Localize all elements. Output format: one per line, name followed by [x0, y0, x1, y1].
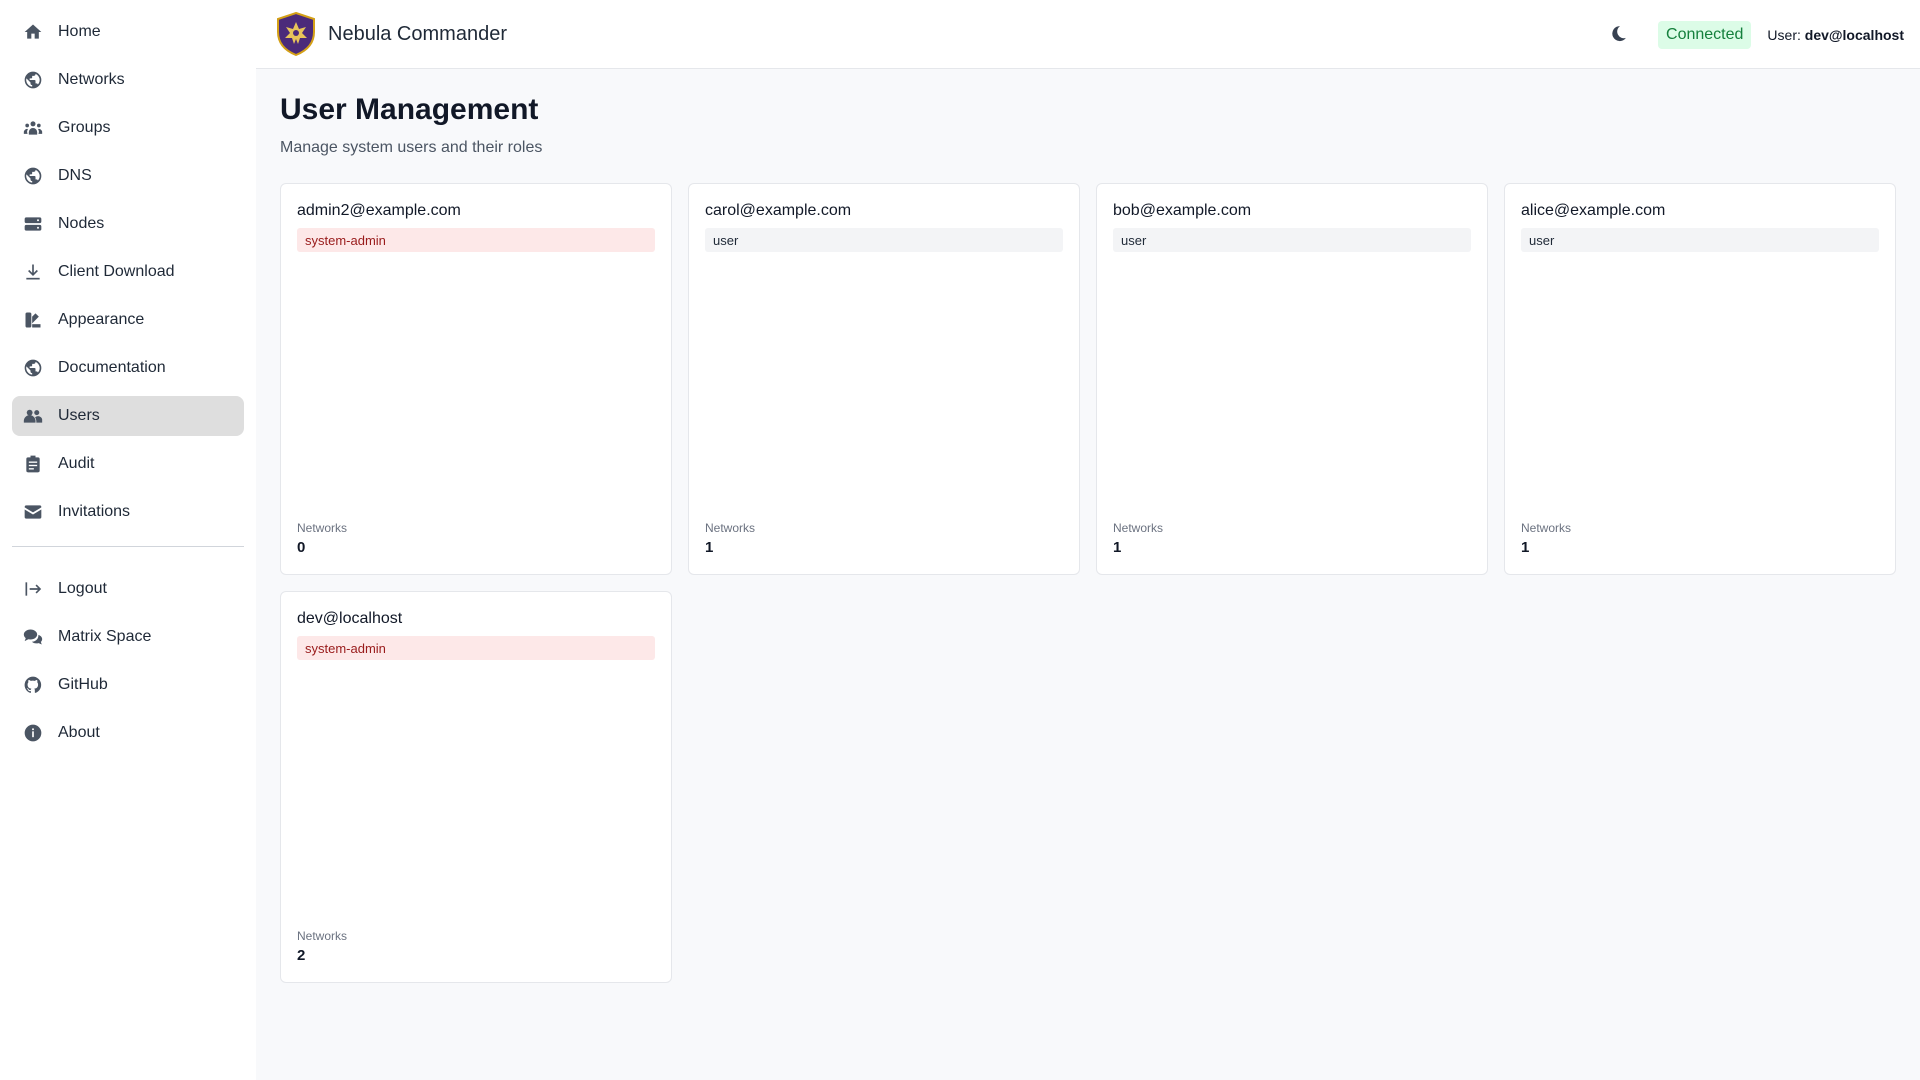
globe-icon: [22, 69, 44, 91]
sidebar-item-label: Networks: [58, 71, 125, 88]
sidebar-item-label: About: [58, 724, 100, 741]
logout-icon: [22, 578, 44, 600]
groups-icon: [22, 117, 44, 139]
networks-label: Networks: [297, 521, 348, 535]
sidebar-item-audit[interactable]: Audit: [12, 444, 244, 484]
sidebar-item-label: Audit: [58, 455, 95, 472]
page-subtitle: Manage system users and their roles: [280, 139, 543, 156]
sidebar-item-label: Users: [58, 407, 100, 424]
sidebar-item-label: Nodes: [58, 215, 105, 232]
sidebar-item-label: Documentation: [58, 359, 166, 376]
connection-status-badge: Connected: [1658, 20, 1752, 49]
sidebar-item-label: Groups: [58, 119, 111, 136]
sidebar-item-label: GitHub: [58, 676, 108, 693]
sidebar-item-label: Appearance: [58, 311, 145, 328]
download-icon: [22, 261, 44, 283]
sidebar-item-client-download[interactable]: Client Download: [12, 252, 244, 292]
sidebar-item-groups[interactable]: Groups: [12, 108, 244, 148]
user-email: admin2@example.com: [297, 202, 461, 219]
role-badge: user: [1521, 228, 1879, 252]
sidebar-item-about[interactable]: About: [12, 713, 244, 753]
info-icon: [22, 722, 44, 744]
networks-label: Networks: [1113, 521, 1164, 535]
sidebar: Home Networks Groups DNS Nodes Client Do…: [0, 0, 256, 1080]
sidebar-divider: [12, 546, 244, 547]
server-icon: [22, 213, 44, 235]
sidebar-item-label: Invitations: [58, 503, 131, 520]
networks-count: 1: [1113, 539, 1122, 556]
card-footer: Networks 1: [1521, 521, 1571, 556]
sidebar-item-home[interactable]: Home: [12, 12, 244, 52]
networks-count: 2: [297, 947, 306, 964]
user-prefix: User:: [1767, 26, 1801, 43]
current-user-label: User: dev@localhost: [1767, 27, 1904, 43]
users-icon: [22, 405, 44, 427]
networks-count: 1: [1521, 539, 1530, 556]
sidebar-item-documentation[interactable]: Documentation: [12, 348, 244, 388]
sidebar-item-appearance[interactable]: Appearance: [12, 300, 244, 340]
github-icon: [22, 674, 44, 696]
moon-icon[interactable]: [1608, 24, 1630, 46]
user-card[interactable]: carol@example.com user Networks 1: [688, 183, 1080, 575]
sidebar-item-label: Logout: [58, 580, 107, 597]
user-card[interactable]: dev@localhost system-admin Networks 2: [280, 591, 672, 983]
user-card-grid: admin2@example.com system-admin Networks…: [280, 183, 1896, 983]
main-content: User Management Manage system users and …: [280, 69, 1896, 983]
sidebar-item-nodes[interactable]: Nodes: [12, 204, 244, 244]
role-badge: user: [705, 228, 1063, 252]
user-email: carol@example.com: [705, 202, 852, 219]
app-title: Nebula Commander: [328, 22, 507, 45]
sidebar-item-github[interactable]: GitHub: [12, 665, 244, 705]
sidebar-primary-nav: Home Networks Groups DNS Nodes Client Do…: [12, 12, 244, 532]
role-badge: system-admin: [297, 636, 655, 660]
sidebar-item-label: Matrix Space: [58, 628, 152, 645]
role-badge: user: [1113, 228, 1471, 252]
shield-logo-icon: [276, 11, 316, 57]
page-title: User Management: [280, 93, 539, 126]
sidebar-item-label: DNS: [58, 167, 92, 184]
sidebar-item-label: Client Download: [58, 263, 175, 280]
role-badge: system-admin: [297, 228, 655, 252]
user-name: dev@localhost: [1804, 26, 1904, 43]
user-card[interactable]: bob@example.com user Networks 1: [1096, 183, 1488, 575]
envelope-icon: [22, 501, 44, 523]
user-email: alice@example.com: [1521, 202, 1666, 219]
card-footer: Networks 0: [297, 521, 347, 556]
networks-count: 1: [705, 539, 714, 556]
sidebar-item-networks[interactable]: Networks: [12, 60, 244, 100]
top-header: Nebula Commander Connected User: dev@loc…: [256, 0, 1920, 69]
sidebar-item-label: Home: [58, 23, 101, 40]
sidebar-item-dns[interactable]: DNS: [12, 156, 244, 196]
globe-icon: [22, 357, 44, 379]
chat-icon: [22, 626, 44, 648]
networks-count: 0: [297, 539, 306, 556]
user-email: dev@localhost: [297, 610, 403, 627]
networks-label: Networks: [297, 929, 348, 943]
user-email: bob@example.com: [1113, 202, 1252, 219]
clipboard-icon: [22, 453, 44, 475]
card-footer: Networks 1: [705, 521, 755, 556]
networks-label: Networks: [705, 521, 756, 535]
sidebar-item-invitations[interactable]: Invitations: [12, 492, 244, 532]
sidebar-item-logout[interactable]: Logout: [12, 569, 244, 609]
networks-label: Networks: [1521, 521, 1572, 535]
card-footer: Networks 1: [1113, 521, 1163, 556]
palette-icon: [22, 309, 44, 331]
user-card[interactable]: admin2@example.com system-admin Networks…: [280, 183, 672, 575]
sidebar-item-matrix-space[interactable]: Matrix Space: [12, 617, 244, 657]
home-icon: [22, 21, 44, 43]
user-card[interactable]: alice@example.com user Networks 1: [1504, 183, 1896, 575]
sidebar-secondary-nav: Logout Matrix Space GitHub About: [12, 569, 244, 753]
sidebar-item-users[interactable]: Users: [12, 396, 244, 436]
globe-icon: [22, 165, 44, 187]
card-footer: Networks 2: [297, 929, 347, 964]
header-actions: Connected User: dev@localhost: [1608, 0, 1904, 69]
